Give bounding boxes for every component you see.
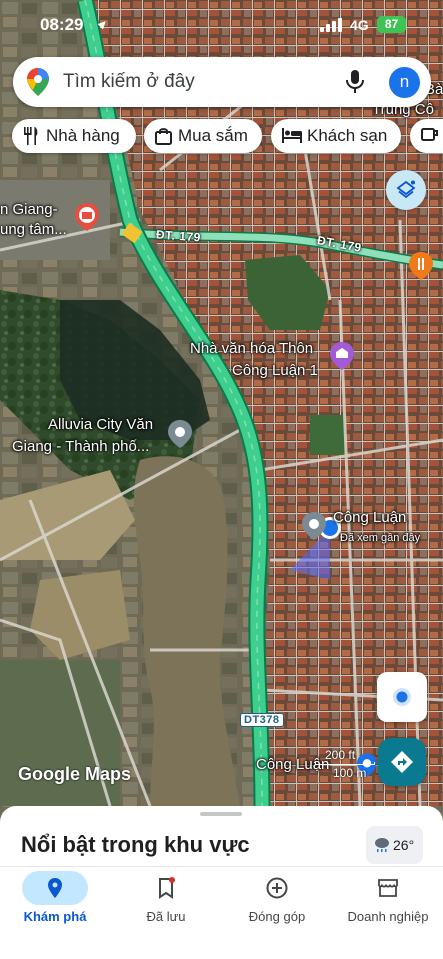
map-layers-button[interactable] xyxy=(386,170,426,210)
road-shield-dt378: DT378 xyxy=(240,713,284,727)
restaurant-icon xyxy=(24,127,38,145)
chip-label: Mua sắm xyxy=(178,126,248,145)
map-label-cong-luan-1[interactable]: Công Luận 1 xyxy=(232,361,318,380)
microphone-icon[interactable] xyxy=(344,69,366,95)
weather-temperature: 26° xyxy=(393,837,415,853)
explore-pin-icon xyxy=(48,878,62,898)
map-label-alluvia-2[interactable]: Giang - Thành phố... xyxy=(12,437,149,456)
directions-button[interactable] xyxy=(378,738,426,786)
cellular-signal-icon xyxy=(320,18,344,32)
recent-place-pin-icon[interactable] xyxy=(302,512,326,540)
map-label-recently-viewed: Đã xem gần đây xyxy=(340,532,421,544)
weather-chip[interactable]: 26° xyxy=(366,826,423,864)
my-location-button[interactable] xyxy=(377,672,427,722)
nav-label: Khám phá xyxy=(23,909,87,924)
nav-label: Đóng góp xyxy=(248,909,306,924)
map-label-nha-van-hoa[interactable]: Nhà văn hóa Thôn xyxy=(190,339,313,358)
location-arrow-icon: ▲ xyxy=(93,13,114,34)
shopping-bag-icon xyxy=(155,128,172,145)
account-avatar[interactable]: n xyxy=(389,67,420,98)
status-time: 08:29 xyxy=(40,15,84,34)
google-maps-logo: Google Maps xyxy=(18,764,132,784)
add-circle-icon xyxy=(266,877,288,899)
nav-label: Doanh nghiệp xyxy=(347,909,429,924)
rain-cloud-icon xyxy=(375,838,389,852)
map-label-trung-tam[interactable]: ung tâm... xyxy=(0,220,67,239)
hotel-bed-icon xyxy=(282,128,302,143)
map-label-van-giang[interactable]: n Giang- xyxy=(0,200,58,219)
scale-ft: 200 ft xyxy=(325,748,356,762)
nav-explore[interactable]: Khám phá xyxy=(0,867,110,959)
nav-label: Đã lưu xyxy=(146,909,186,924)
chip-hotels[interactable]: Khách sạn xyxy=(271,119,401,153)
search-input[interactable]: Tìm kiếm ở đây xyxy=(63,71,195,93)
bottom-navigation: Khám phá Đã lưu Đóng góp Doanh nghiệp xyxy=(0,866,443,959)
search-bar[interactable]: Tìm kiếm ở đây n xyxy=(13,57,431,107)
chip-label: Khách sạn xyxy=(307,126,388,145)
attraction-pin-icon[interactable] xyxy=(75,203,99,231)
battery-indicator: 87 xyxy=(377,16,406,33)
nav-contribute[interactable]: Đóng góp xyxy=(222,867,332,959)
status-bar: 08:29 ▲ 4G 87 xyxy=(0,0,443,50)
chip-coffee[interactable] xyxy=(410,119,443,153)
google-maps-pin-icon xyxy=(27,68,49,96)
bookmark-icon xyxy=(159,877,175,899)
directions-icon xyxy=(391,751,413,773)
scale-m: 100 m xyxy=(333,766,367,780)
my-location-icon xyxy=(393,688,411,706)
map-label-alluvia[interactable]: Alluvia City Văn xyxy=(48,415,153,434)
restaurant-pin-icon[interactable] xyxy=(409,252,433,280)
landmark-pin-icon[interactable] xyxy=(330,342,354,370)
place-pin-icon[interactable] xyxy=(168,420,192,448)
chip-restaurants[interactable]: Nhà hàng xyxy=(12,119,136,153)
map-label-cong-luan[interactable]: Công Luận xyxy=(333,508,406,527)
chip-shopping[interactable]: Mua sắm xyxy=(144,119,262,153)
sheet-title: Nổi bật trong khu vực xyxy=(21,832,250,857)
coffee-icon xyxy=(421,128,438,141)
storefront-icon xyxy=(378,879,398,897)
nav-saved[interactable]: Đã lưu xyxy=(111,867,221,959)
nav-business[interactable]: Doanh nghiệp xyxy=(333,867,443,959)
network-type: 4G xyxy=(350,17,369,33)
map-scale: 200 ft 100 m xyxy=(315,748,385,780)
sheet-drag-handle[interactable] xyxy=(200,812,242,816)
layers-icon xyxy=(396,180,416,199)
chip-label: Nhà hàng xyxy=(46,126,120,145)
